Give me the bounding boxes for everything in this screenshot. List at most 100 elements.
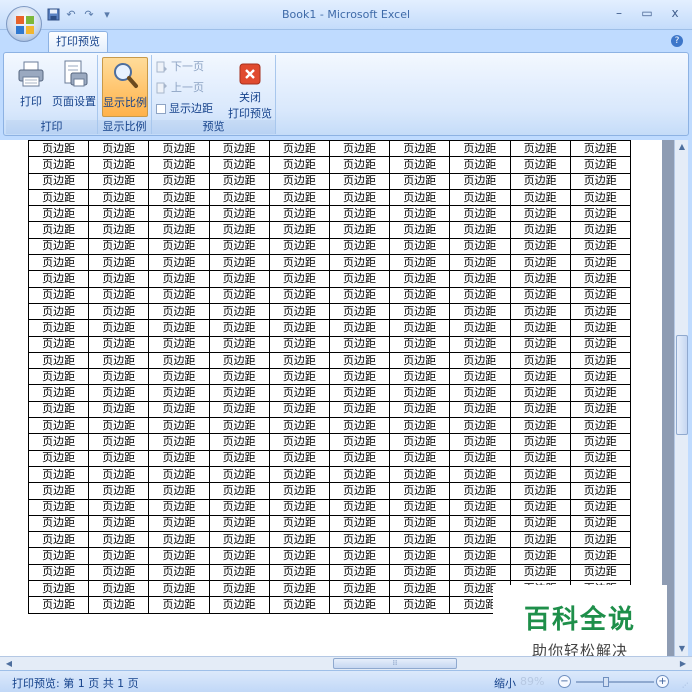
table-cell: 页边距 — [449, 205, 511, 223]
table-cell: 页边距 — [268, 514, 330, 533]
table-row: 页边距页边距页边距页边距页边距页边距页边距页边距页边距页边距 — [27, 400, 631, 419]
table-cell: 页边距 — [389, 417, 451, 435]
table-cell: 页边距 — [148, 172, 210, 190]
zoom-slider-track[interactable] — [576, 681, 654, 683]
table-cell: 页边距 — [389, 335, 451, 353]
table-cell: 页边距 — [208, 449, 270, 467]
zoom-in-icon[interactable]: + — [656, 675, 669, 688]
table-row: 页边距页边距页边距页边距页边距页边距页边距页边距页边距页边距 — [27, 351, 631, 370]
table-cell: 页边距 — [328, 286, 391, 304]
page-setup-button[interactable]: 页面设置 — [50, 57, 98, 117]
table-cell: 页边距 — [27, 547, 90, 565]
table-cell: 页边距 — [27, 286, 90, 304]
maximize-button[interactable]: ▭ — [636, 4, 658, 22]
table-cell: 页边距 — [569, 172, 631, 190]
office-button[interactable] — [6, 6, 42, 42]
tab-print-preview[interactable]: 打印预览 — [48, 31, 108, 52]
table-cell: 页边距 — [509, 205, 571, 223]
vertical-scrollbar[interactable]: ▲ ▼ — [674, 140, 688, 656]
table-cell: 页边距 — [148, 156, 210, 174]
table-cell: 页边距 — [509, 547, 571, 565]
table-cell: 页边距 — [148, 302, 210, 321]
table-cell: 页边距 — [389, 140, 451, 158]
zoom-out-label[interactable]: 缩小 — [494, 675, 516, 691]
table-cell: 页边距 — [268, 319, 330, 337]
table-cell: 页边距 — [208, 368, 270, 386]
table-cell: 页边距 — [208, 335, 270, 353]
next-page-button[interactable]: 下一页 — [156, 58, 204, 76]
next-page-icon — [156, 61, 168, 73]
table-cell: 页边距 — [88, 172, 150, 190]
table-cell: 页边距 — [509, 384, 571, 402]
scroll-down-icon[interactable]: ▼ — [675, 642, 689, 656]
table-cell: 页边距 — [389, 400, 451, 419]
table-cell: 页边距 — [208, 498, 270, 516]
help-icon[interactable]: ? — [671, 35, 683, 47]
table-cell: 页边距 — [268, 237, 330, 256]
table-cell: 页边距 — [27, 563, 90, 582]
table-cell: 页边距 — [88, 319, 150, 337]
show-margins-checkbox-box[interactable] — [156, 104, 166, 114]
table-cell: 页边距 — [208, 254, 270, 272]
table-row: 页边距页边距页边距页边距页边距页边距页边距页边距页边距页边距 — [27, 172, 631, 190]
table-cell: 页边距 — [148, 400, 210, 419]
table-cell: 页边距 — [389, 384, 451, 402]
table-cell: 页边距 — [148, 237, 210, 256]
table-row: 页边距页边距页边距页边距页边距页边距页边距页边距页边距页边距 — [27, 563, 631, 582]
table-cell: 页边距 — [208, 188, 270, 207]
minimize-button[interactable]: – — [608, 4, 630, 22]
table-cell: 页边距 — [449, 368, 511, 386]
table-cell: 页边距 — [148, 433, 210, 451]
table-cell: 页边距 — [328, 205, 391, 223]
table-cell: 页边距 — [268, 384, 330, 402]
resize-grip-icon[interactable]: ⋰ — [682, 682, 690, 690]
table-cell: 页边距 — [148, 140, 210, 158]
table-cell: 页边距 — [569, 498, 631, 516]
vertical-scroll-thumb[interactable] — [676, 335, 688, 435]
close-preview-button[interactable]: 关闭 打印预览 — [226, 57, 274, 120]
print-button[interactable]: 打印 — [8, 57, 54, 117]
horizontal-scrollbar[interactable]: ◀ ⁞⁞ ▶ — [0, 656, 692, 670]
title-bar: ↶ ↷ ▾ Book1 - Microsoft Excel – ▭ x — [0, 0, 692, 30]
close-window-button[interactable]: x — [664, 4, 686, 22]
table-cell: 页边距 — [27, 221, 90, 239]
table-cell: 页边距 — [148, 286, 210, 304]
zoom-button[interactable]: 显示比例 — [102, 57, 148, 117]
table-cell: 页边距 — [449, 400, 511, 419]
show-margins-checkbox[interactable]: 显示边距 — [156, 100, 213, 118]
horizontal-scroll-thumb[interactable]: ⁞⁞ — [333, 658, 457, 669]
table-cell: 页边距 — [27, 531, 90, 549]
table-cell: 页边距 — [509, 449, 571, 467]
table-cell: 页边距 — [208, 237, 270, 256]
table-cell: 页边距 — [389, 270, 451, 288]
scroll-right-icon[interactable]: ▶ — [676, 657, 690, 671]
table-cell: 页边距 — [389, 498, 451, 516]
table-cell: 页边距 — [389, 286, 451, 304]
table-cell: 页边距 — [88, 286, 150, 304]
close-preview-label-2: 打印预览 — [228, 107, 272, 120]
table-cell: 页边距 — [509, 156, 571, 174]
table-cell: 页边距 — [328, 498, 391, 516]
table-row: 页边距页边距页边距页边距页边距页边距页边距页边距页边距页边距 — [27, 319, 631, 337]
table-row: 页边距页边距页边距页边距页边距页边距页边距页边距页边距页边距 — [27, 531, 631, 549]
table-cell: 页边距 — [328, 449, 391, 467]
scroll-up-icon[interactable]: ▲ — [675, 140, 689, 154]
table-cell: 页边距 — [88, 351, 150, 370]
zoom-slider-thumb[interactable] — [603, 677, 609, 687]
table-cell: 页边距 — [509, 221, 571, 239]
zoom-out-icon[interactable]: − — [558, 675, 571, 688]
table-cell: 页边距 — [328, 547, 391, 565]
table-cell: 页边距 — [569, 335, 631, 353]
zoom-percentage[interactable]: 89% — [520, 675, 544, 688]
scroll-left-icon[interactable]: ◀ — [2, 657, 16, 671]
table-cell: 页边距 — [27, 351, 90, 370]
prev-page-button[interactable]: 上一页 — [156, 79, 204, 97]
status-page-info: 打印预览: 第 1 页 共 1 页 — [12, 677, 139, 690]
table-cell: 页边距 — [569, 449, 631, 467]
table-cell: 页边距 — [509, 237, 571, 256]
table-cell: 页边距 — [569, 465, 631, 484]
table-cell: 页边距 — [569, 433, 631, 451]
table-cell: 页边距 — [268, 482, 330, 500]
print-button-label: 打印 — [20, 95, 42, 108]
table-cell: 页边距 — [449, 254, 511, 272]
